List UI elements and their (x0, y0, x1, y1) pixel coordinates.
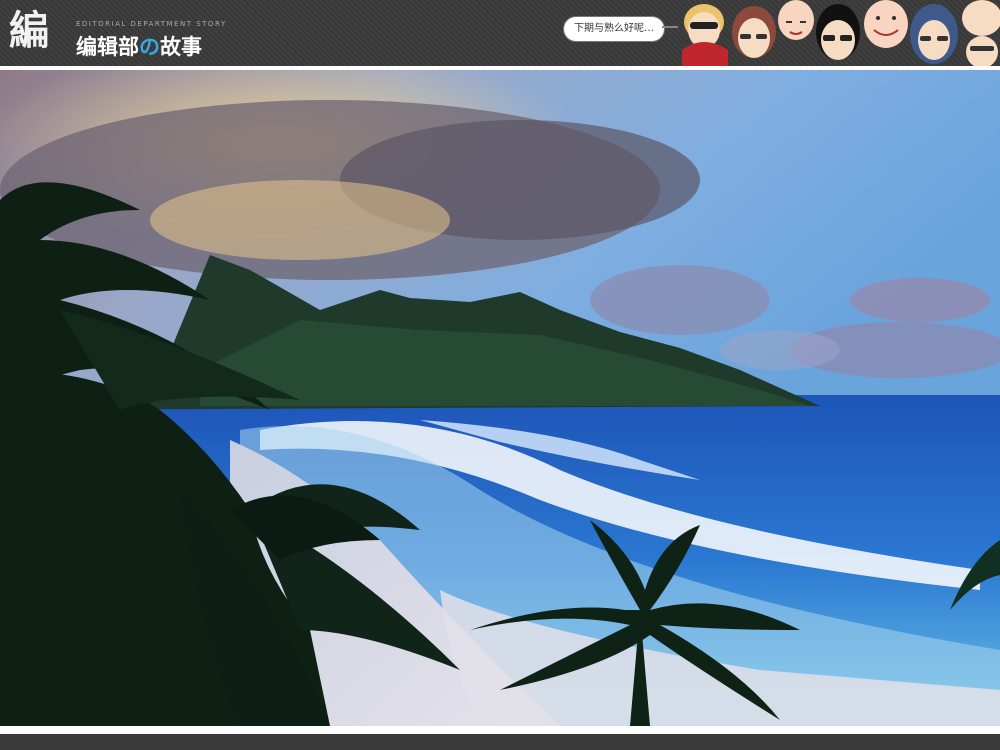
site-header: 編 EDITORIAL DEPARTMENT STORY 编辑部の故事 下期与熟… (0, 0, 1000, 66)
logo-title-part2: の (139, 35, 160, 59)
logo-title-part3: 故事 (160, 35, 202, 59)
character-face-1 (682, 4, 728, 66)
footer-divider (0, 726, 1000, 734)
logo-subtitle: EDITORIAL DEPARTMENT STORY (76, 20, 227, 28)
speech-bubble: 下期与熟么好呢… (563, 16, 665, 42)
beach-photo-illustration (0, 70, 1000, 726)
character-face-7 (962, 0, 1000, 66)
character-face-3 (778, 0, 814, 40)
character-face-5 (864, 0, 908, 48)
cartoon-character-faces-icon (682, 0, 1000, 66)
site-footer (0, 734, 1000, 750)
character-face-4 (816, 4, 860, 60)
character-face-2 (732, 6, 776, 58)
logo-mark: 編 (9, 8, 49, 54)
logo-title-part1: 编辑部 (76, 35, 139, 59)
character-face-6 (910, 4, 958, 64)
beach-photo (0, 70, 1000, 726)
logo-title: 编辑部の故事 (76, 31, 202, 61)
